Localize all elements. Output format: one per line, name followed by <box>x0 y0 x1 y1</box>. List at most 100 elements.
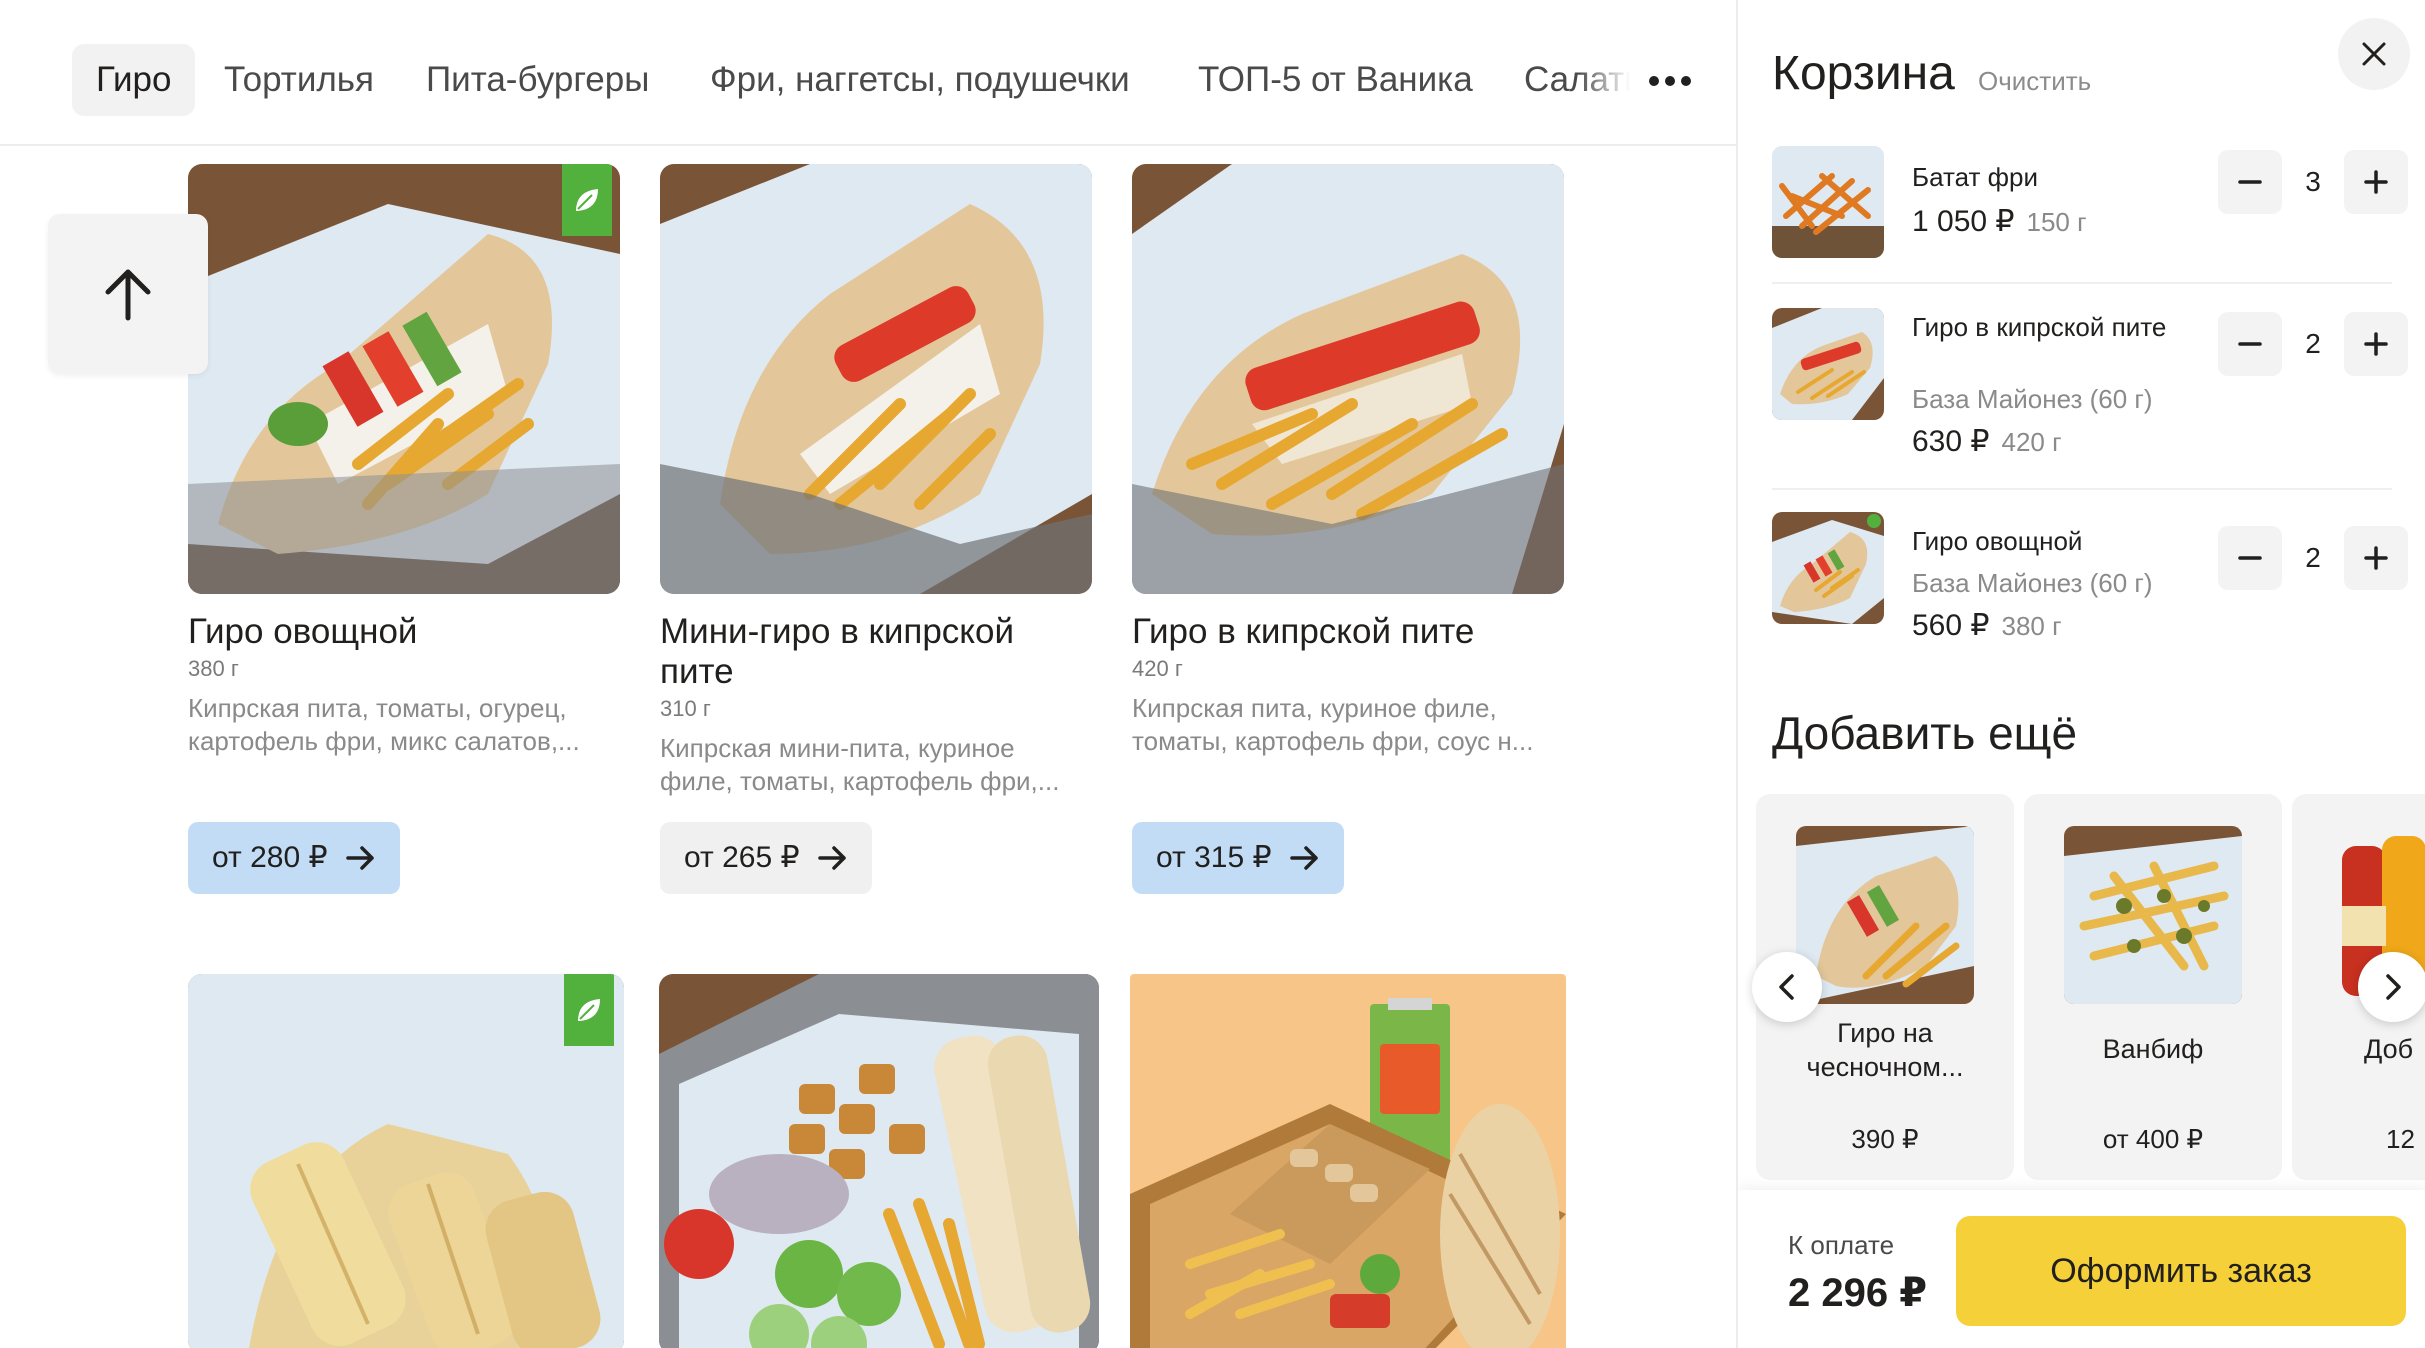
catalog: Гиро Тортилья Пита-бургеры Фри, наггетсы… <box>0 0 1736 1348</box>
cart-item-modifier: База Майонез (60 г) <box>1912 384 2153 414</box>
product-weight: 420 г <box>1132 656 1183 681</box>
product-price-button[interactable]: от 315 ₽ <box>1132 822 1344 894</box>
tab-top5[interactable]: ТОП-5 от Ваника <box>1174 44 1497 116</box>
quantity-stepper: 2 <box>2218 312 2408 376</box>
order-total: 2 296 ₽ <box>1788 1271 1928 1315</box>
suggestion-thumbnail <box>2064 826 2242 1004</box>
tab-pita-burgers[interactable]: Пита-бургеры <box>402 44 673 116</box>
cart-item-price-value: 560 ₽ <box>1912 609 1990 642</box>
cart-item-price: 1 050 ₽ 150 г <box>1912 204 2087 239</box>
product-description: Кипрская мини-пита, куриное филе, томаты… <box>660 733 1060 796</box>
suggestion-price: 12 <box>2386 1124 2415 1154</box>
leaf-icon <box>576 189 598 211</box>
tab-tortilla[interactable]: Тортилья <box>200 44 398 116</box>
quantity-value: 2 <box>2305 542 2321 573</box>
product-card[interactable]: Гиро в кипрской пите 420 г Кипрская пита… <box>1132 164 1564 944</box>
product-card[interactable]: Гиро овощной 380 г Кипрская пита, томаты… <box>188 164 620 944</box>
pay-label: К оплате <box>1788 1230 1895 1260</box>
arrow-right-icon <box>817 846 846 870</box>
increase-quantity-button[interactable] <box>2344 526 2408 590</box>
category-tabs: Гиро Тортилья Пита-бургеры Фри, наггетсы… <box>0 0 1736 146</box>
divider <box>1772 282 2392 284</box>
cart-item-weight: 420 г <box>2001 427 2062 457</box>
product-price-button[interactable]: от 265 ₽ <box>660 822 872 894</box>
more-dots-icon <box>1649 76 1691 86</box>
product-card[interactable]: Мини-гиро в кипрской пите 310 г Кипрская… <box>660 164 1092 944</box>
tab-fries-nuggets[interactable]: Фри, наггетсы, подушечки <box>686 44 1154 116</box>
cart-title: Корзина <box>1772 47 1955 100</box>
divider <box>1772 488 2392 490</box>
cart-item-name: Гиро овощной <box>1912 526 2083 556</box>
cart-item-name: Гиро в кипрской пите <box>1912 312 2167 342</box>
decrease-quantity-button[interactable] <box>2218 312 2282 376</box>
arrow-up-icon <box>105 269 151 321</box>
scroll-to-top-button[interactable] <box>48 214 208 374</box>
chevron-left-icon <box>1779 974 1794 1000</box>
product-price-button[interactable]: от 280 ₽ <box>188 822 400 894</box>
minus-icon <box>2238 180 2262 184</box>
close-cart-button[interactable] <box>2338 18 2410 90</box>
close-icon <box>2362 42 2386 66</box>
quantity-value: 2 <box>2305 328 2321 359</box>
cart-item: Батат фри 1 050 ₽ 150 г 3 <box>1772 146 2408 266</box>
plus-icon <box>2364 546 2388 570</box>
cart-item-price-value: 630 ₽ <box>1912 425 1990 458</box>
suggestion-price: от 400 ₽ <box>2102 1124 2204 1154</box>
more-categories-button[interactable] <box>1640 56 1700 106</box>
increase-quantity-button[interactable] <box>2344 312 2408 376</box>
product-description: Кипрская пита, томаты, огурец, картофель… <box>188 693 580 756</box>
cart-item-thumbnail <box>1772 308 1884 420</box>
product-photo <box>1130 974 1566 1348</box>
minus-icon <box>2238 342 2262 346</box>
product-photo <box>660 164 1092 594</box>
cart-item-modifier: База Майонез (60 г) <box>1912 568 2153 598</box>
product-card[interactable] <box>188 974 624 1348</box>
product-weight: 310 г <box>660 696 711 721</box>
cart-item-thumbnail <box>1772 146 1884 258</box>
cart-footer: К оплате 2 296 ₽ Оформить заказ <box>1738 1190 2425 1348</box>
quantity-value: 3 <box>2305 166 2321 197</box>
suggestion-name: Доб <box>2364 1034 2414 1064</box>
suggestion-name: Ванбиф <box>2102 1034 2204 1064</box>
quantity-stepper: 3 <box>2218 150 2408 214</box>
product-photo <box>188 974 624 1348</box>
decrease-quantity-button[interactable] <box>2218 526 2282 590</box>
product-name: Гиро в кипрской пите <box>1132 612 1475 651</box>
checkout-button[interactable]: Оформить заказ <box>1956 1216 2406 1326</box>
product-card[interactable] <box>1130 974 1566 1348</box>
product-photo <box>188 164 620 594</box>
chevron-right-icon <box>2386 974 2401 1000</box>
cart-item-price: 630 ₽ 420 г <box>1912 424 2062 459</box>
plus-icon <box>2364 332 2388 356</box>
plus-icon <box>2364 170 2388 194</box>
tab-giro[interactable]: Гиро <box>72 44 196 116</box>
price-label: от 315 ₽ <box>1156 841 1272 874</box>
vegetarian-badge <box>562 164 612 236</box>
tab-salads[interactable]: Салаты <box>1500 44 1630 116</box>
product-card[interactable] <box>659 974 1099 1348</box>
clear-cart-button[interactable]: Очистить <box>1978 66 2091 97</box>
decrease-quantity-button[interactable] <box>2218 150 2282 214</box>
suggestions-prev-button[interactable] <box>1752 952 1822 1022</box>
cart-item-name: Батат фри <box>1912 162 2038 192</box>
product-name: Мини-гиро в кипрской пите <box>660 612 1015 691</box>
add-more-title: Добавить ещё <box>1772 707 2078 759</box>
cart-panel: Корзина Очистить Батат фри 1 050 ₽ 150 г <box>1736 0 2425 1348</box>
suggestion-card[interactable]: Ванбиф от 400 ₽ <box>2024 794 2282 1180</box>
minus-icon <box>2238 556 2262 560</box>
product-photo <box>659 974 1099 1348</box>
cart-item: Гиро в кипрской пите База Майонез (60 г)… <box>1772 308 2408 468</box>
increase-quantity-button[interactable] <box>2344 150 2408 214</box>
quantity-stepper: 2 <box>2218 526 2408 590</box>
leaf-icon <box>578 999 600 1021</box>
product-photo <box>1132 164 1564 594</box>
suggestion-name: Гиро на чесночном... <box>1806 1018 1964 1082</box>
suggestion-thumbnail <box>1796 826 1974 1004</box>
cart-item-price: 560 ₽ 380 г <box>1912 608 2062 643</box>
product-description: Кипрская пита, куриное филе, томаты, кар… <box>1132 693 1534 756</box>
suggestions-next-button[interactable] <box>2358 952 2425 1022</box>
cart-item-weight: 150 г <box>2026 207 2087 237</box>
price-label: от 265 ₽ <box>684 841 800 874</box>
cart-item-price-value: 1 050 ₽ <box>1912 205 2015 238</box>
vegetarian-badge <box>564 974 614 1046</box>
